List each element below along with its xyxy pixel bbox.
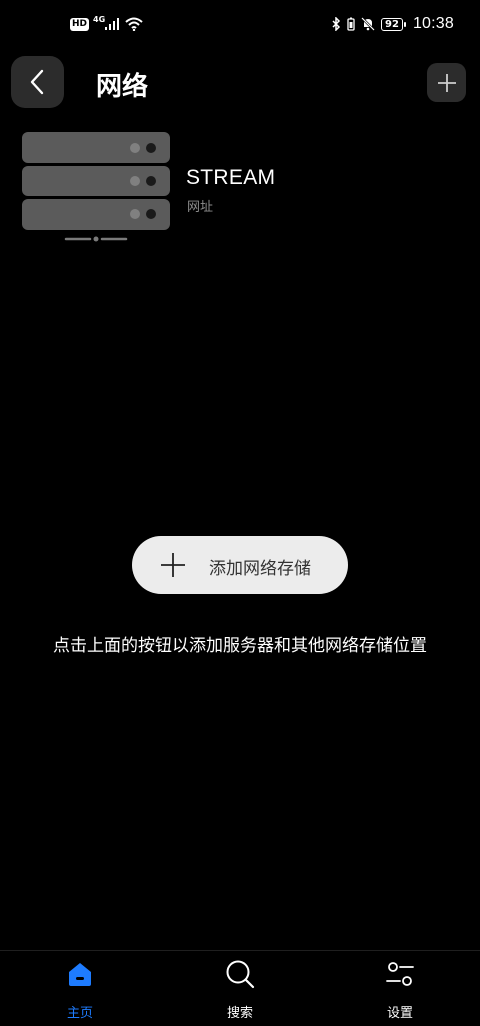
- signal-icon: [105, 18, 120, 30]
- add-network-storage-button[interactable]: 添加网络存储: [132, 536, 348, 594]
- server-subtitle: 网址: [187, 200, 214, 215]
- nav-item-search[interactable]: 搜索: [195, 951, 285, 1026]
- chevron-left-icon: [30, 69, 43, 95]
- server-icon: [22, 132, 170, 242]
- hd-badge: HD: [70, 17, 90, 31]
- nav-label-search: 搜索: [226, 1006, 253, 1021]
- clock: 10:38: [412, 15, 454, 32]
- nav-item-settings[interactable]: 设置: [355, 951, 445, 1026]
- plus-icon: [437, 73, 456, 92]
- server-item[interactable]: STREAM 网址: [20, 130, 460, 246]
- bluetooth-icon: [332, 17, 341, 31]
- plus-icon: [161, 553, 185, 577]
- add-network-storage-label: 添加网络存储: [209, 559, 311, 579]
- home-icon: [69, 963, 91, 986]
- nav-item-home[interactable]: 主页: [35, 951, 125, 1026]
- nav-label-settings: 设置: [386, 1006, 413, 1021]
- hint-text: 点击上面的按钮以添加服务器和其他网络存储位置: [53, 636, 427, 656]
- bottom-nav: 主页 搜索 设置: [0, 950, 480, 1026]
- add-button[interactable]: [427, 63, 466, 102]
- battery-indicator: 92: [381, 17, 406, 31]
- back-button[interactable]: [11, 56, 64, 108]
- status-bar: HD 4G 92 10:38: [0, 0, 480, 56]
- battery-saver-icon: [347, 17, 355, 31]
- status-right: 92 10:38: [331, 15, 454, 33]
- settings-icon: [386, 962, 414, 986]
- search-icon: [226, 960, 255, 989]
- network-type: 4G: [93, 14, 106, 24]
- wifi-icon: [125, 17, 143, 31]
- nav-label-home: 主页: [66, 1006, 93, 1021]
- page-title: 网络: [96, 72, 149, 102]
- status-left: HD 4G: [70, 14, 143, 31]
- server-name: STREAM: [186, 166, 276, 189]
- mute-bell-icon: [361, 17, 375, 31]
